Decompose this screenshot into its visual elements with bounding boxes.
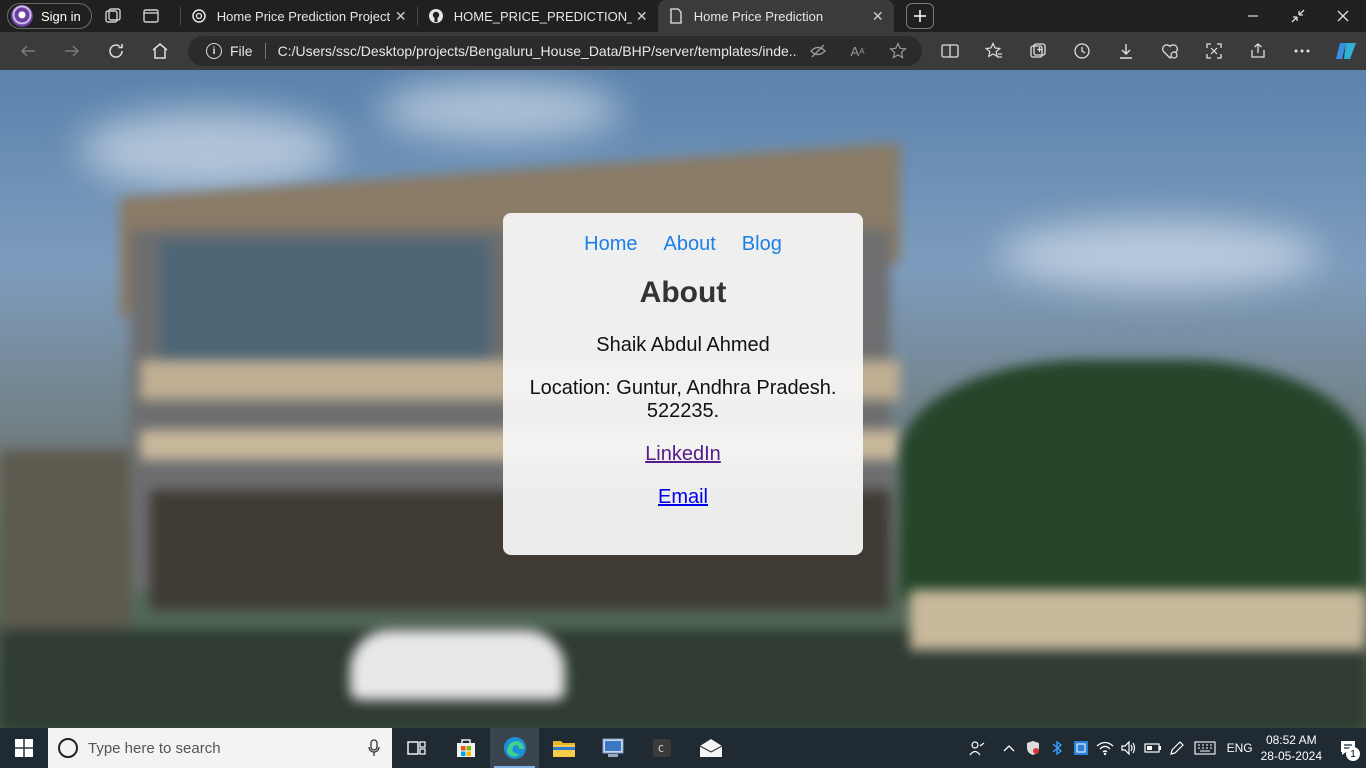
control-panel-icon[interactable] bbox=[588, 728, 637, 768]
notification-center-button[interactable]: 1 bbox=[1330, 728, 1366, 768]
url-text[interactable]: C:/Users/ssc/Desktop/projects/Bengaluru_… bbox=[278, 43, 798, 59]
history-icon[interactable] bbox=[1060, 35, 1104, 67]
svg-text:C: C bbox=[658, 744, 664, 755]
site-info-icon[interactable]: i bbox=[206, 43, 222, 59]
search-icon bbox=[58, 738, 78, 758]
more-menu-icon[interactable] bbox=[1280, 35, 1324, 67]
workspaces-icon[interactable] bbox=[96, 3, 130, 29]
forward-button[interactable] bbox=[50, 35, 94, 67]
language-indicator[interactable]: ENG bbox=[1227, 741, 1253, 755]
about-card: Home About Blog About Shaik Abdul Ahmed … bbox=[503, 213, 863, 555]
terminal-icon[interactable]: C bbox=[637, 728, 686, 768]
restore-button[interactable] bbox=[1275, 0, 1320, 32]
close-tab-icon[interactable]: ✕ bbox=[393, 8, 409, 24]
tab-actions-icon[interactable] bbox=[134, 3, 168, 29]
new-tab-button[interactable] bbox=[905, 3, 934, 29]
clock-date: 28-05-2024 bbox=[1260, 749, 1322, 763]
keyboard-icon[interactable] bbox=[1189, 741, 1221, 755]
tab-title: Home Price Prediction Project bbox=[216, 8, 391, 24]
security-shield-icon[interactable] bbox=[1021, 740, 1045, 756]
clock-time: 08:52 AM bbox=[1265, 733, 1317, 747]
close-window-button[interactable] bbox=[1320, 0, 1365, 32]
microphone-icon[interactable] bbox=[368, 739, 380, 761]
profile-sign-in-button[interactable]: Sign in bbox=[7, 3, 92, 29]
address-bar[interactable]: i File C:/Users/ssc/Desktop/projects/Ben… bbox=[188, 36, 922, 66]
author-location: Location: Guntur, Andhra Pradesh. 522235… bbox=[529, 377, 837, 422]
windows-logo-icon bbox=[15, 739, 33, 757]
file-explorer-icon[interactable] bbox=[539, 728, 588, 768]
pen-icon[interactable] bbox=[1165, 740, 1189, 756]
chevron-up-icon[interactable] bbox=[997, 744, 1021, 752]
people-icon[interactable] bbox=[965, 740, 989, 756]
tab-title: HOME_PRICE_PREDICTION_PROJ bbox=[453, 8, 632, 24]
nav-about-link[interactable]: About bbox=[664, 233, 716, 256]
linkedin-link[interactable]: LinkedIn bbox=[503, 443, 863, 466]
close-tab-icon[interactable]: ✕ bbox=[634, 8, 650, 24]
web-page-viewport: Home About Blog About Shaik Abdul Ahmed … bbox=[0, 70, 1366, 728]
close-tab-icon[interactable]: ✕ bbox=[870, 8, 886, 24]
profile-label: Sign in bbox=[41, 8, 81, 24]
microsoft-store-icon[interactable] bbox=[441, 728, 490, 768]
scheme-label: File bbox=[230, 43, 253, 59]
tab-github-repo[interactable]: HOME_PRICE_PREDICTION_PROJ ✕ bbox=[418, 0, 658, 32]
page-title: About bbox=[639, 276, 727, 309]
favorites-icon[interactable] bbox=[972, 35, 1016, 67]
notification-count-badge: 1 bbox=[1346, 747, 1360, 761]
screenshot-icon[interactable] bbox=[1192, 35, 1236, 67]
nav-blog-link[interactable]: Blog bbox=[742, 233, 782, 256]
nav-home-link[interactable]: Home bbox=[584, 233, 637, 256]
battery-icon[interactable] bbox=[1141, 742, 1165, 754]
openai-icon bbox=[191, 8, 207, 24]
bluetooth-icon[interactable] bbox=[1045, 740, 1069, 756]
downloads-icon[interactable] bbox=[1104, 35, 1148, 67]
start-button[interactable] bbox=[0, 728, 48, 768]
system-tray: ENG 08:52 AM 28-05-2024 1 bbox=[965, 728, 1366, 768]
app-tray-icon[interactable] bbox=[1069, 740, 1093, 756]
home-button[interactable] bbox=[138, 35, 182, 67]
read-aloud-icon[interactable]: AA bbox=[838, 44, 878, 59]
github-icon bbox=[428, 8, 444, 24]
mail-icon[interactable] bbox=[686, 728, 735, 768]
performance-icon[interactable] bbox=[1148, 35, 1192, 67]
minimize-button[interactable] bbox=[1230, 0, 1275, 32]
collections-icon[interactable] bbox=[1016, 35, 1060, 67]
taskbar-search-box[interactable]: Type here to search bbox=[48, 728, 392, 768]
copilot-icon[interactable] bbox=[1324, 35, 1366, 67]
volume-icon[interactable] bbox=[1117, 740, 1141, 756]
author-name: Shaik Abdul Ahmed bbox=[596, 334, 770, 356]
browser-toolbar: i File C:/Users/ssc/Desktop/projects/Ben… bbox=[0, 32, 1366, 70]
avatar bbox=[11, 5, 33, 27]
task-view-icon[interactable] bbox=[392, 728, 441, 768]
tab-home-price-prediction[interactable]: Home Price Prediction ✕ bbox=[657, 0, 894, 32]
wifi-icon[interactable] bbox=[1093, 740, 1117, 756]
clock[interactable]: 08:52 AM 28-05-2024 bbox=[1261, 732, 1322, 764]
email-link[interactable]: Email bbox=[503, 486, 863, 509]
toolbar-actions bbox=[928, 32, 1366, 70]
edge-taskbar-icon[interactable] bbox=[490, 728, 539, 768]
tab-home-price-prediction-project[interactable]: Home Price Prediction Project ✕ bbox=[181, 0, 417, 32]
back-button[interactable] bbox=[6, 35, 50, 67]
search-placeholder: Type here to search bbox=[88, 739, 221, 757]
file-icon bbox=[668, 8, 684, 24]
tracking-prevention-icon[interactable] bbox=[798, 43, 838, 59]
windows-taskbar: Type here to search C ENG 08:52 AM 28-05… bbox=[0, 728, 1366, 768]
split-screen-icon[interactable] bbox=[928, 35, 972, 67]
site-nav: Home About Blog bbox=[503, 233, 863, 256]
refresh-button[interactable] bbox=[94, 35, 138, 67]
share-icon[interactable] bbox=[1236, 35, 1280, 67]
tab-title: Home Price Prediction bbox=[693, 8, 824, 24]
browser-tab-strip: Sign in Home Price Prediction Project ✕ … bbox=[0, 0, 1366, 32]
favorite-star-icon[interactable] bbox=[878, 42, 918, 60]
divider bbox=[264, 43, 266, 59]
